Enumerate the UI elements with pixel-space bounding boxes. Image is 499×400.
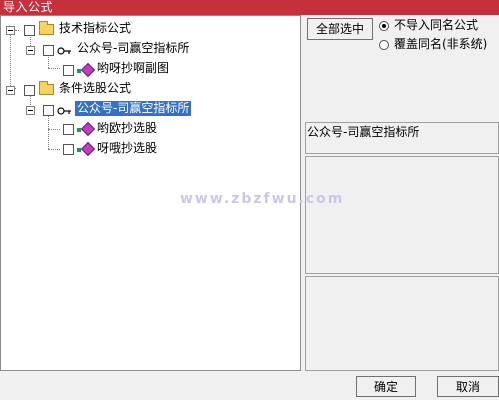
tree-checkbox[interactable]: [63, 144, 74, 155]
skip-duplicates-radio[interactable]: [379, 21, 389, 31]
detail-panel[interactable]: [305, 276, 499, 371]
tree-node-label[interactable]: 条件选股公式: [59, 81, 131, 96]
watermark: www.zbzfwu.com: [180, 191, 345, 207]
tree-node-label[interactable]: 呀哦抄选股: [97, 141, 157, 156]
tree-line: [48, 129, 60, 130]
tree-node-label[interactable]: 哟欧抄选股: [97, 121, 157, 136]
tree-node-label[interactable]: 哟呀抄啊副图: [97, 61, 169, 76]
window-title: 导入公式: [3, 0, 54, 14]
info-text: 公众号-司赢空指标所: [307, 125, 420, 139]
tree-checkbox[interactable]: [43, 105, 54, 116]
select-all-button[interactable]: 全部选中: [307, 18, 373, 40]
tree-checkbox[interactable]: [24, 25, 35, 36]
collapse-toggle[interactable]: [26, 106, 35, 115]
tree-line: [48, 54, 49, 68]
overwrite-radio[interactable]: [379, 40, 389, 50]
tree-checkbox[interactable]: [43, 45, 54, 56]
tree-checkbox[interactable]: [24, 85, 35, 96]
key-icon: [57, 47, 71, 55]
formula-icon: [80, 62, 96, 78]
collapse-toggle[interactable]: [6, 26, 15, 35]
overwrite-label[interactable]: 覆盖同名(非系统): [394, 37, 487, 52]
ok-button[interactable]: 确定: [356, 376, 416, 397]
tree-line: [10, 33, 11, 88]
tree-node-label[interactable]: 公众号-司赢空指标所: [77, 41, 189, 56]
tree-line: [48, 113, 49, 149]
key-icon: [57, 107, 71, 115]
tree-line: [48, 68, 60, 69]
folder-icon: [39, 21, 54, 35]
tree-checkbox[interactable]: [63, 124, 74, 135]
tree-node-label-selected[interactable]: 公众号-司赢空指标所: [75, 101, 192, 116]
tree-node-label[interactable]: 技术指标公式: [59, 21, 131, 36]
tree-line: [15, 30, 19, 31]
info-panel: 公众号-司赢空指标所: [305, 122, 499, 154]
folder-icon: [39, 81, 54, 95]
skip-duplicates-label[interactable]: 不导入同名公式: [394, 18, 478, 33]
formula-icon: [80, 121, 96, 137]
tree-line: [48, 149, 60, 150]
formula-icon: [80, 141, 96, 157]
collapse-toggle[interactable]: [26, 46, 35, 55]
description-panel[interactable]: [305, 156, 499, 274]
cancel-button[interactable]: 取消: [437, 376, 499, 397]
collapse-toggle[interactable]: [6, 86, 15, 95]
tree-checkbox[interactable]: [63, 65, 74, 76]
title-bar: 导入公式: [0, 0, 499, 15]
